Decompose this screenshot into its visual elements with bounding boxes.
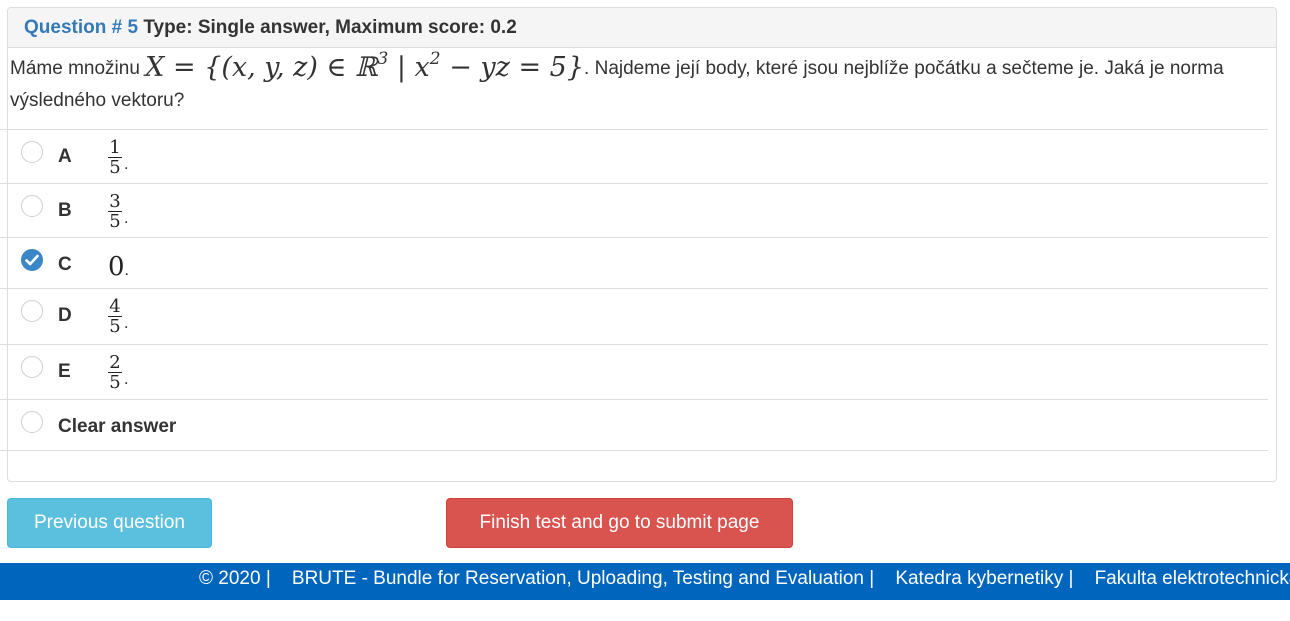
footer-fakulta-link[interactable]: Fakulta elektrotechnická xyxy=(1095,568,1290,589)
checkmark-icon xyxy=(25,254,39,266)
footer-copyright: © 2020 | xyxy=(199,568,271,589)
option-clear[interactable]: Clear answer xyxy=(0,399,1268,451)
footer-brute-link[interactable]: BRUTE - Bundle for Reservation, Uploadin… xyxy=(292,568,874,589)
option-letter: B xyxy=(58,200,72,221)
question-number: Question # 5 xyxy=(24,17,139,38)
option-letter: A xyxy=(58,146,72,167)
question-intro: Máme množinu xyxy=(10,58,146,79)
footer: © 2020 | BRUTE - Bundle for Reservation,… xyxy=(0,563,1290,600)
option-value: 25. xyxy=(108,352,129,393)
radio-d[interactable] xyxy=(21,300,43,322)
option-letter: D xyxy=(58,305,72,326)
option-b[interactable]: B 35. xyxy=(0,183,1268,237)
option-c[interactable]: C 0. xyxy=(0,237,1268,288)
question-text: Máme množinu X = {(x, y, z) ∈ ℝ3 | x2 − … xyxy=(10,49,1265,117)
option-value: 35. xyxy=(108,191,129,232)
clear-answer-label: Clear answer xyxy=(58,416,177,437)
option-value: 45. xyxy=(108,296,129,337)
option-a[interactable]: A 15. xyxy=(0,129,1268,183)
previous-question-button[interactable]: Previous question xyxy=(7,498,212,548)
option-value: 15. xyxy=(108,137,129,178)
radio-a[interactable] xyxy=(21,141,43,163)
option-letter: E xyxy=(58,361,71,382)
option-e[interactable]: E 25. xyxy=(0,344,1268,399)
finish-test-button[interactable]: Finish test and go to submit page xyxy=(446,498,793,548)
radio-c[interactable] xyxy=(21,249,43,271)
answer-options: A 15. B 35. C 0. D 45. E 25. Clear answe… xyxy=(0,129,1268,451)
set-formula: X = {(x, y, z) ∈ ℝ3 | x2 − yz = 5} xyxy=(145,49,585,84)
radio-b[interactable] xyxy=(21,195,43,217)
option-letter: C xyxy=(58,254,72,275)
option-d[interactable]: D 45. xyxy=(0,288,1268,344)
option-value: 0. xyxy=(108,252,129,282)
question-header: Question # 5 Type: Single answer, Maximu… xyxy=(8,8,1276,48)
question-type: Type: Single answer, Maximum score: 0.2 xyxy=(143,17,517,38)
radio-clear[interactable] xyxy=(21,411,43,433)
footer-katedra-link[interactable]: Katedra kybernetiky | xyxy=(895,568,1073,589)
radio-e[interactable] xyxy=(21,356,43,378)
